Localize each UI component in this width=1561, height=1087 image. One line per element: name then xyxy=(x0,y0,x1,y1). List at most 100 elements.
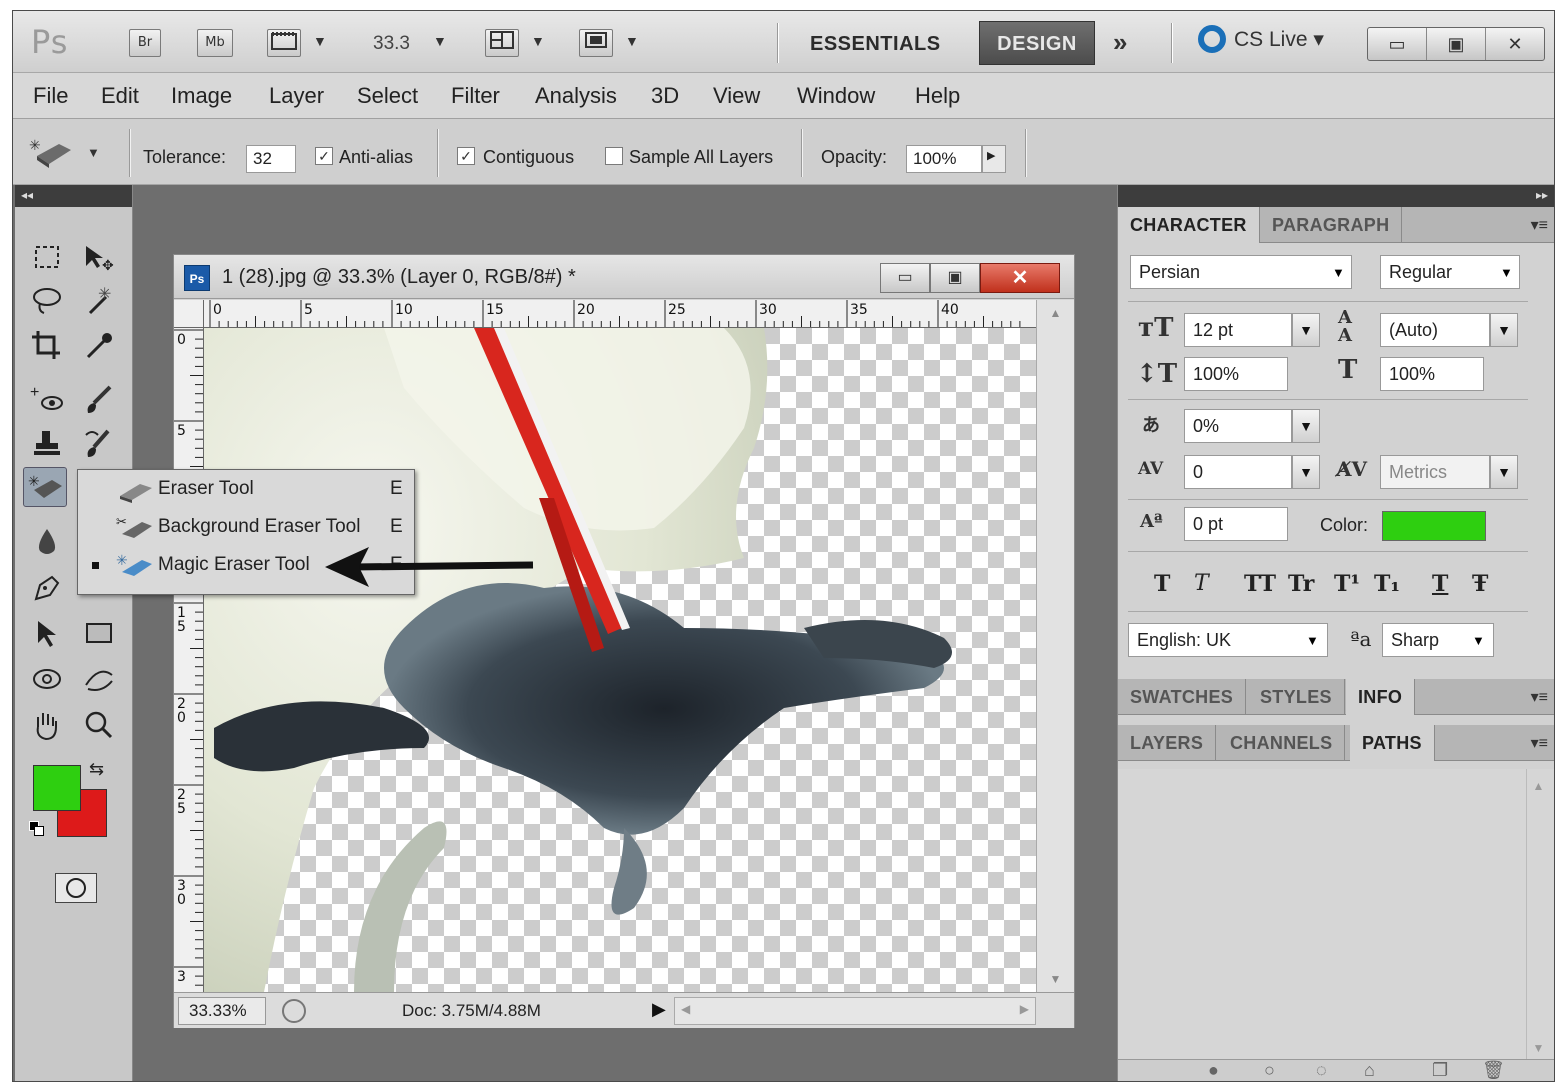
ruler-origin[interactable] xyxy=(174,300,204,328)
leading-field[interactable]: (Auto) xyxy=(1380,313,1490,347)
scroll-up-icon[interactable]: ▲ xyxy=(1037,306,1074,320)
timing-icon[interactable] xyxy=(282,999,306,1023)
document-horizontal-scrollbar[interactable]: ◀ ▶ xyxy=(674,997,1036,1025)
foreground-color-swatch[interactable] xyxy=(33,765,81,811)
font-style-field[interactable]: Regular xyxy=(1380,255,1520,289)
document-minimize-button[interactable]: ▭ xyxy=(880,263,930,293)
status-zoom-field[interactable]: 33.33% xyxy=(178,997,266,1025)
tab-paragraph[interactable]: PARAGRAPH xyxy=(1260,207,1403,243)
mini-bridge-button[interactable]: Mb xyxy=(197,29,233,57)
tsume-dropdown[interactable]: ▼ xyxy=(1292,409,1320,443)
document-vertical-scrollbar[interactable]: ▲ ▼ xyxy=(1036,300,1074,992)
opacity-slider-button[interactable]: ▶ xyxy=(982,145,1006,173)
font-size-dropdown[interactable]: ▼ xyxy=(1292,313,1320,347)
3d-orbit-tool[interactable] xyxy=(77,659,121,699)
faux-italic-button[interactable]: T xyxy=(1194,571,1209,596)
menu-edit[interactable]: Edit xyxy=(101,83,139,109)
menu-3d[interactable]: 3D xyxy=(651,83,679,109)
arrange-documents-button[interactable] xyxy=(485,29,519,57)
screen-mode-dropdown[interactable]: ▼ xyxy=(625,33,639,49)
kerning-dropdown[interactable]: ▼ xyxy=(1490,455,1518,489)
workspace-design[interactable]: DESIGN xyxy=(979,21,1095,65)
default-colors-icon[interactable] xyxy=(29,821,45,837)
menu-filter[interactable]: Filter xyxy=(451,83,500,109)
tab-layers[interactable]: LAYERS xyxy=(1118,725,1217,761)
minimize-button[interactable]: ▭ xyxy=(1368,28,1427,60)
eyedropper-tool[interactable] xyxy=(77,325,121,365)
menu-help[interactable]: Help xyxy=(915,83,960,109)
rectangle-tool[interactable] xyxy=(77,613,121,653)
paths-scrollbar[interactable]: ▲ ▼ xyxy=(1526,769,1550,1059)
tab-swatches[interactable]: SWATCHES xyxy=(1118,679,1247,715)
stroke-path-icon[interactable]: ○ xyxy=(1264,1060,1275,1081)
document-restore-button[interactable]: ▣ xyxy=(930,263,980,293)
tab-character[interactable]: CHARACTER xyxy=(1118,207,1260,243)
zoom-dropdown[interactable]: ▼ xyxy=(433,33,447,49)
language-field[interactable]: English: UK xyxy=(1128,623,1328,657)
quick-mask-button[interactable] xyxy=(55,873,97,903)
tsume-field[interactable]: 0% xyxy=(1184,409,1292,443)
menu-view[interactable]: View xyxy=(713,83,760,109)
lasso-tool[interactable] xyxy=(25,281,69,321)
menu-layer[interactable]: Layer xyxy=(269,83,324,109)
bridge-button[interactable]: Br xyxy=(129,29,161,57)
document-close-button[interactable]: ✕ xyxy=(980,263,1060,293)
arrange-dropdown[interactable]: ▼ xyxy=(531,33,545,49)
leading-dropdown[interactable]: ▼ xyxy=(1490,313,1518,347)
scroll-right-icon[interactable]: ▶ xyxy=(1020,1002,1029,1016)
underline-button[interactable]: T xyxy=(1432,571,1448,597)
all-caps-button[interactable]: TT xyxy=(1244,571,1276,597)
3d-rotate-tool[interactable] xyxy=(25,659,69,699)
chevron-down-icon[interactable]: ▼ xyxy=(1306,633,1319,648)
panel-menu-icon[interactable]: ▾≡ xyxy=(1531,687,1548,707)
status-menu-arrow-icon[interactable]: ▶ xyxy=(652,999,666,1020)
tab-info[interactable]: INFO xyxy=(1346,679,1416,715)
spot-healing-tool[interactable]: + xyxy=(25,379,69,419)
panel-menu-icon[interactable]: ▾≡ xyxy=(1531,733,1548,753)
menu-image[interactable]: Image xyxy=(171,83,232,109)
image-canvas[interactable] xyxy=(204,328,1036,992)
tab-channels[interactable]: CHANNELS xyxy=(1218,725,1346,761)
tab-paths[interactable]: PATHS xyxy=(1350,725,1435,761)
zoom-level[interactable]: 33.3 xyxy=(373,33,410,55)
panel-menu-icon[interactable]: ▾≡ xyxy=(1531,215,1548,235)
scroll-down-icon[interactable]: ▼ xyxy=(1037,972,1074,986)
marquee-tool[interactable] xyxy=(25,237,69,277)
hand-tool[interactable] xyxy=(25,705,69,745)
superscript-button[interactable]: T¹ xyxy=(1334,571,1360,597)
scroll-up-icon[interactable]: ▲ xyxy=(1527,779,1550,793)
faux-bold-button[interactable]: T xyxy=(1154,571,1170,597)
brush-tool[interactable] xyxy=(77,379,121,419)
menu-file[interactable]: File xyxy=(33,83,68,109)
font-family-field[interactable]: Persian xyxy=(1130,255,1352,289)
tolerance-input[interactable]: 32 xyxy=(246,145,296,173)
menu-window[interactable]: Window xyxy=(797,83,875,109)
make-work-path-icon[interactable]: ⌂ xyxy=(1364,1060,1375,1081)
cs-live-button[interactable]: CS Live ▾ xyxy=(1198,25,1324,53)
history-brush-tool[interactable] xyxy=(77,423,121,463)
magic-wand-tool[interactable]: ✳ xyxy=(77,281,121,321)
vertical-scale-field[interactable]: 100% xyxy=(1184,357,1288,391)
strikethrough-button[interactable]: Ŧ xyxy=(1472,571,1488,597)
pen-tool[interactable] xyxy=(25,567,69,607)
clone-stamp-tool[interactable] xyxy=(25,423,69,463)
small-caps-button[interactable]: Tr xyxy=(1288,571,1314,597)
contiguous-checkbox[interactable]: ✓ xyxy=(457,147,475,165)
move-tool[interactable]: ✥ xyxy=(77,237,121,277)
view-extras-dropdown[interactable]: ▼ xyxy=(313,33,327,49)
baseline-shift-field[interactable]: 0 pt xyxy=(1184,507,1288,541)
new-path-icon[interactable]: ❐ xyxy=(1432,1060,1448,1081)
anti-alias-checkbox[interactable]: ✓ xyxy=(315,147,333,165)
sample-all-layers-checkbox[interactable] xyxy=(605,147,623,165)
blur-tool[interactable] xyxy=(25,521,69,561)
font-size-field[interactable]: 12 pt xyxy=(1184,313,1292,347)
menu-select[interactable]: Select xyxy=(357,83,418,109)
swap-colors-icon[interactable]: ⇆ xyxy=(89,759,104,780)
tool-preset-picker[interactable]: ✳ ▼ xyxy=(23,131,115,173)
chevron-down-icon[interactable]: ▼ xyxy=(1472,633,1485,648)
tab-styles[interactable]: STYLES xyxy=(1248,679,1345,715)
view-extras-button[interactable] xyxy=(267,29,301,57)
fill-path-icon[interactable]: ● xyxy=(1208,1060,1219,1081)
dock-header[interactable]: ▸▸ xyxy=(1118,185,1554,207)
scroll-left-icon[interactable]: ◀ xyxy=(681,1002,690,1016)
